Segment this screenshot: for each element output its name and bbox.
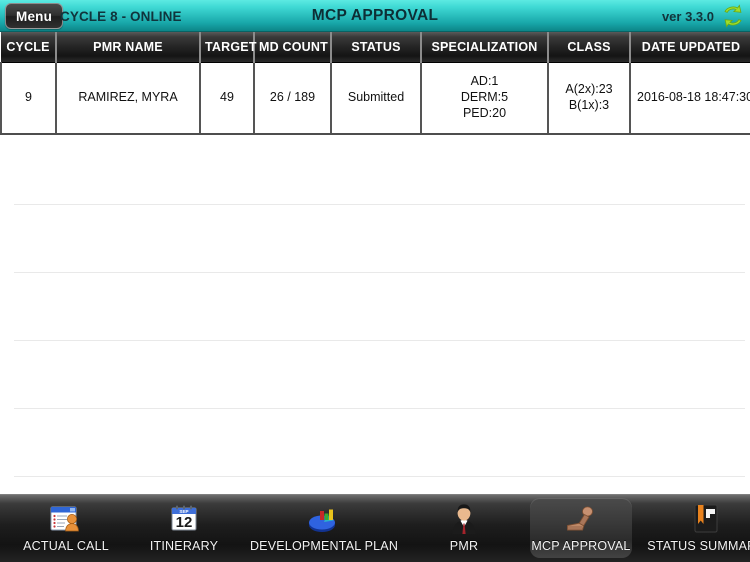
pie-chart-icon bbox=[305, 502, 343, 536]
version-label: ver 3.3.0 bbox=[661, 8, 714, 24]
column-header-cycle[interactable]: CYCLE bbox=[1, 32, 57, 63]
empty-row-separator bbox=[14, 272, 745, 273]
column-header-date-updated[interactable]: DATE UPDATED bbox=[630, 32, 750, 63]
calendar-icon: SEP 12 bbox=[165, 502, 203, 536]
mcp-approval-table-container: CYCLE PMR NAME TARGET MD COUNT STATUS SP… bbox=[0, 32, 750, 135]
column-header-md-count[interactable]: MD COUNT bbox=[254, 32, 332, 63]
businessman-avatar-icon bbox=[445, 502, 483, 536]
cell-md-count: 26 / 189 bbox=[254, 62, 332, 135]
tab-label: DEVELOPMENTAL PLAN bbox=[249, 539, 399, 553]
tab-developmental-plan[interactable]: DEVELOPMENTAL PLAN bbox=[240, 498, 408, 558]
tab-pmr[interactable]: PMR bbox=[416, 498, 512, 558]
tab-label: ITINERARY bbox=[149, 539, 219, 553]
menu-button[interactable]: Menu bbox=[5, 3, 64, 29]
top-navigation-bar: Menu CYCLE 8 - ONLINE MCP APPROVAL ver 3… bbox=[0, 0, 750, 32]
cell-pmr-name: RAMIREZ, MYRA bbox=[56, 62, 201, 135]
cell-status: Submitted bbox=[331, 62, 422, 135]
tab-label: PMR bbox=[449, 539, 479, 553]
cell-specialization: AD:1 DERM:5 PED:20 bbox=[421, 62, 549, 135]
bottom-tab-bar: ACTUAL CALL SEP 12 ITINERARY DEVELOPMENT… bbox=[0, 494, 750, 562]
cell-target: 49 bbox=[200, 62, 255, 135]
empty-row-separator bbox=[14, 204, 745, 205]
tab-label: MCP APPROVAL bbox=[531, 539, 631, 553]
table-row[interactable]: 9 RAMIREZ, MYRA 49 26 / 189 Submitted AD… bbox=[0, 62, 750, 135]
contact-card-icon bbox=[47, 502, 85, 536]
rubber-stamp-icon bbox=[562, 502, 600, 536]
tab-mcp-approval[interactable]: MCP APPROVAL bbox=[530, 498, 632, 558]
column-header-status[interactable]: STATUS bbox=[331, 32, 422, 63]
bookmarked-book-icon bbox=[687, 502, 725, 536]
column-header-target[interactable]: TARGET bbox=[200, 32, 256, 63]
svg-text:12: 12 bbox=[176, 514, 193, 531]
cell-cycle: 9 bbox=[0, 62, 57, 135]
tab-label: STATUS SUMMARY bbox=[647, 539, 750, 553]
empty-row-separator bbox=[14, 476, 745, 477]
tab-status-summary[interactable]: STATUS SUMMARY bbox=[640, 498, 750, 558]
tab-label: ACTUAL CALL bbox=[23, 539, 109, 553]
cell-class: A(2x):23 B(1x):3 bbox=[548, 62, 631, 135]
empty-rows-area bbox=[0, 137, 750, 494]
cycle-status-label: CYCLE 8 - ONLINE bbox=[60, 8, 182, 24]
column-header-class[interactable]: CLASS bbox=[548, 32, 631, 63]
cell-date-updated: 2016-08-18 18:47:30 bbox=[630, 62, 750, 135]
empty-row-separator bbox=[14, 340, 745, 341]
empty-row-separator bbox=[14, 408, 745, 409]
mcp-approval-table: CYCLE PMR NAME TARGET MD COUNT STATUS SP… bbox=[0, 32, 750, 135]
tab-actual-call[interactable]: ACTUAL CALL bbox=[6, 498, 126, 558]
column-header-specialization[interactable]: SPECIALIZATION bbox=[421, 32, 549, 63]
column-header-pmr-name[interactable]: PMR NAME bbox=[56, 32, 201, 63]
tab-itinerary[interactable]: SEP 12 ITINERARY bbox=[136, 498, 232, 558]
sync-refresh-icon[interactable] bbox=[719, 3, 747, 29]
table-header-row: CYCLE PMR NAME TARGET MD COUNT STATUS SP… bbox=[1, 32, 750, 63]
